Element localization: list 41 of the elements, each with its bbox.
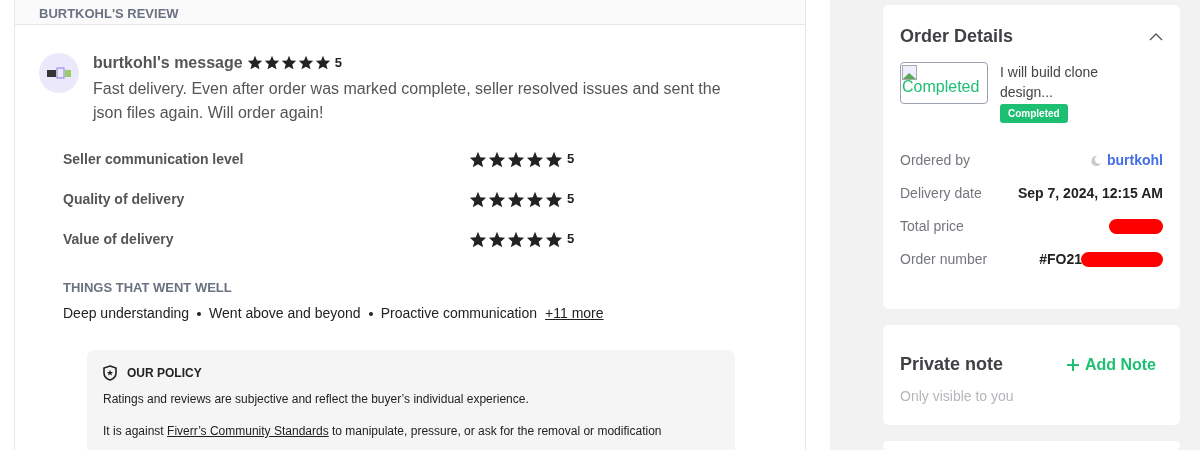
rating-label: Quality of delivery — [63, 189, 186, 209]
highlight-tag: Deep understanding — [63, 303, 190, 324]
detail-label: Order number — [900, 250, 988, 269]
policy-title: OUR POLICY — [127, 365, 202, 382]
rating-value: 5 — [567, 190, 575, 209]
avatar-logo — [39, 52, 79, 93]
more-link[interactable]: +11 more — [545, 303, 604, 324]
rating-label: Seller communication level — [63, 149, 245, 169]
card-title: Order Details — [900, 25, 1014, 48]
avatar-icon — [1091, 155, 1101, 166]
highlight-tag: Went above and beyond — [209, 303, 361, 324]
broken-image-icon — [902, 65, 918, 81]
policy-text: It is against Fiverr’s Community Standards to manipulate, pressure, or ask for the removal or modification — [103, 423, 663, 440]
shield-star-icon — [103, 365, 117, 381]
detail-value: Sep 7, 2024, 12:15 AM — [1018, 184, 1163, 203]
community-standards-link[interactable]: Fiverr’s Community Standards — [167, 424, 329, 438]
username-link[interactable]: burtkohl — [1107, 150, 1163, 171]
detail-value: #FO21 — [1039, 250, 1082, 269]
section-title: BURTKOHL'S REVIEW — [39, 6, 179, 20]
author-message-title: burtkohl's message — [93, 52, 243, 73]
rating-value: 5 — [334, 53, 342, 72]
card-title: Private note — [900, 353, 1004, 376]
detail-label: Delivery date — [900, 184, 982, 203]
gig-title[interactable]: I will build clone design... — [1000, 62, 1110, 102]
detail-label: Total price — [900, 217, 964, 236]
rating-label: Value of delivery — [63, 229, 175, 249]
rating-value: 5 — [567, 150, 575, 169]
redaction-mark — [1109, 219, 1163, 234]
detail-label: Ordered by — [900, 151, 971, 170]
review-text: Fast delivery. Even after order was marked complete, seller resolved issues and sent the json files again. Will order again! — [93, 78, 722, 123]
image-alt-text: Completed — [902, 79, 980, 95]
bullet-icon — [197, 311, 202, 316]
plus-icon — [1066, 358, 1079, 371]
bullet-icon — [368, 311, 373, 316]
chevron-up-icon[interactable] — [1149, 32, 1163, 41]
rating-value: 5 — [567, 230, 575, 249]
section-heading: THINGS THAT WENT WELL — [63, 278, 233, 297]
highlight-tag: Proactive communication — [380, 303, 538, 324]
policy-text: Ratings and reviews are subjective and reflect the buyer’s individual experience. — [103, 391, 530, 408]
hint-text: Only visible to you — [900, 387, 1015, 406]
status-badge: Completed — [1000, 104, 1068, 123]
